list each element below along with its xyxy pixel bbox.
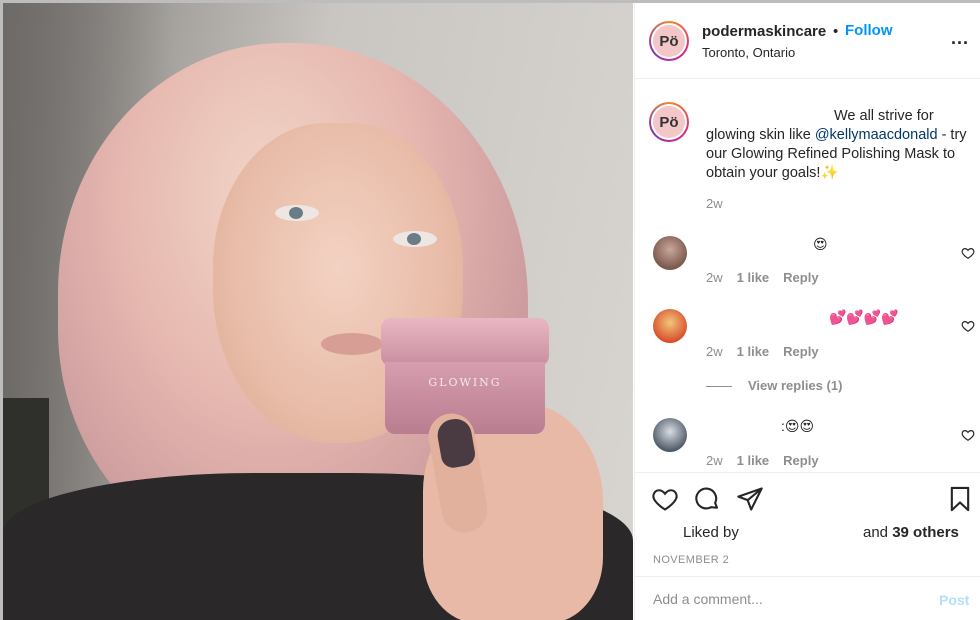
view-replies-label: View replies (1) (748, 378, 843, 393)
comment-text: :😍😍 (781, 418, 815, 434)
post-photo[interactable]: GLOWING (3, 3, 633, 620)
comment-time[interactable]: 2w (706, 270, 723, 285)
caption-mention-link[interactable]: @kellymaacdonald (815, 127, 938, 143)
commenter-avatar[interactable] (653, 236, 687, 270)
add-comment-input[interactable] (653, 591, 923, 607)
jar-lid (381, 318, 549, 366)
profile-avatar[interactable]: Pö (649, 21, 689, 61)
post-caption: We all strive for glowing skin like @kel… (706, 107, 978, 183)
caption-avatar[interactable]: Pö (649, 102, 689, 142)
liked-by-label: Liked by (683, 524, 739, 541)
right-eye (393, 231, 437, 247)
reply-button[interactable]: Reply (783, 344, 818, 359)
share-paper-plane-icon[interactable] (736, 485, 764, 513)
reply-button[interactable]: Reply (783, 270, 818, 285)
like-comment-heart-icon[interactable] (961, 246, 975, 260)
avatar-logo: Pö (653, 25, 685, 57)
post-comment-button[interactable]: Post (939, 592, 969, 608)
separator-dot: • (833, 23, 839, 40)
comment-text: 💕💕💕💕 (829, 309, 899, 325)
comment-time[interactable]: 2w (706, 453, 723, 468)
caption-timestamp[interactable]: 2w (706, 196, 723, 211)
likes-and: and (863, 524, 893, 541)
reply-button[interactable]: Reply (783, 453, 818, 468)
comment-likes[interactable]: 1 like (737, 344, 770, 359)
view-replies-button[interactable]: View replies (1) (706, 378, 842, 393)
comment-meta: 2w 1 like Reply (706, 453, 833, 468)
jar-brand-label: GLOWING (428, 376, 502, 389)
commenter-avatar[interactable] (653, 309, 687, 343)
username-link[interactable]: podermaskincare (702, 23, 826, 40)
comment-likes[interactable]: 1 like (737, 453, 770, 468)
comment-time[interactable]: 2w (706, 344, 723, 359)
like-heart-icon[interactable] (651, 485, 679, 513)
post-header: Pö podermaskincare • Follow Toronto, Ont… (635, 3, 980, 79)
left-eye (275, 205, 319, 221)
comment-text: 😍 (813, 236, 828, 252)
comment-meta: 2w 1 like Reply (706, 344, 833, 359)
post-sidebar: Pö podermaskincare • Follow Toronto, Ont… (634, 3, 980, 620)
post-actions-bar (635, 472, 980, 522)
comment-meta: 2w 1 like Reply (706, 270, 833, 285)
post-date[interactable]: NOVEMBER 2 (653, 554, 729, 566)
comment-likes[interactable]: 1 like (737, 270, 770, 285)
add-comment-bar: Post (635, 576, 980, 620)
more-options-icon[interactable]: ... (951, 28, 969, 49)
instagram-post-modal: GLOWING Pö podermaskincare • Follow Toro… (0, 0, 980, 620)
caption-avatar-logo: Pö (653, 106, 685, 138)
comment-bubble-icon[interactable] (693, 485, 721, 513)
lips (321, 333, 383, 355)
save-bookmark-icon[interactable] (946, 485, 974, 513)
likes-others-link[interactable]: 39 others (892, 524, 959, 541)
like-comment-heart-icon[interactable] (961, 319, 975, 333)
commenter-avatar[interactable] (653, 418, 687, 452)
like-comment-heart-icon[interactable] (961, 428, 975, 442)
follow-button[interactable]: Follow (845, 22, 893, 39)
location-link[interactable]: Toronto, Ontario (702, 45, 795, 60)
likes-count[interactable]: and 39 others (863, 524, 959, 541)
comments-list[interactable]: Pö We all strive for glowing skin like @… (635, 80, 980, 472)
